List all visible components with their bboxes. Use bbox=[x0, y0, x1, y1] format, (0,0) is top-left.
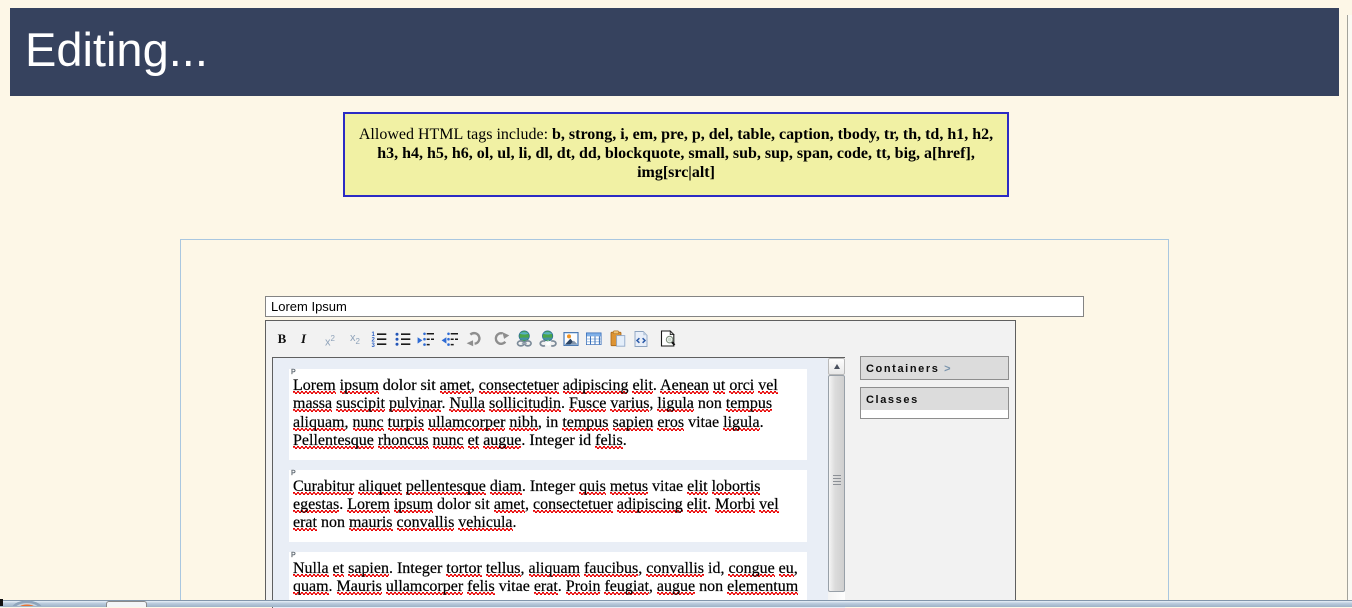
svg-text:3: 3 bbox=[371, 343, 375, 348]
